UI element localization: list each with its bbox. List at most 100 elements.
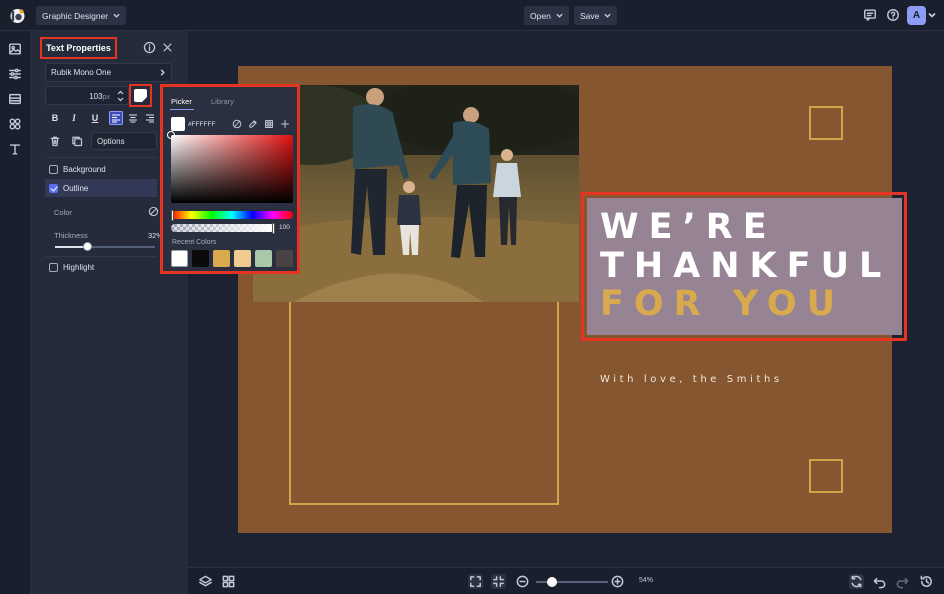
- text-color-swatch: [134, 89, 147, 102]
- recent-color-swatch[interactable]: [192, 250, 209, 267]
- align-left-button[interactable]: [109, 111, 123, 125]
- mode-label: Graphic Designer: [42, 10, 109, 21]
- left-rail: [0, 31, 31, 594]
- italic-button[interactable]: I: [67, 111, 81, 125]
- avatar-initial: A: [912, 10, 921, 21]
- align-right-button[interactable]: [143, 111, 157, 125]
- outline-toggle-row[interactable]: Outline: [45, 179, 157, 197]
- thickness-slider[interactable]: [55, 242, 155, 251]
- bold-button[interactable]: B: [48, 111, 62, 125]
- divider: [45, 256, 157, 257]
- headline-line-3[interactable]: FOR YOU: [600, 284, 845, 324]
- underline-button[interactable]: U: [88, 111, 102, 125]
- shapes-icon[interactable]: [8, 117, 22, 131]
- zoom-slider-handle[interactable]: [546, 577, 557, 587]
- tab-library[interactable]: Library: [211, 97, 234, 106]
- decor-frame[interactable]: [289, 300, 559, 505]
- text-color-button[interactable]: [129, 84, 152, 107]
- options-dropdown[interactable]: Options: [91, 132, 157, 150]
- headline-line-2[interactable]: THANKFUL: [600, 246, 891, 286]
- font-family-value: Rubik Mono One: [51, 68, 112, 77]
- decor-square-top[interactable]: [809, 106, 843, 140]
- info-icon[interactable]: [143, 41, 156, 54]
- headline-line-1[interactable]: WE’RE: [600, 207, 777, 247]
- family-photo[interactable]: [253, 85, 579, 302]
- layout-icon[interactable]: [8, 92, 22, 106]
- align-right-icon: [146, 114, 154, 123]
- font-size-input[interactable]: 103px: [45, 86, 129, 105]
- zoom-in-icon[interactable]: [610, 574, 625, 589]
- duplicate-icon[interactable]: [71, 135, 83, 147]
- align-center-button[interactable]: [126, 111, 140, 125]
- eyedropper-icon[interactable]: [248, 119, 258, 129]
- opacity-slider-handle[interactable]: [272, 222, 275, 234]
- opacity-slider[interactable]: [171, 222, 275, 234]
- highlight-checkbox[interactable]: [49, 262, 58, 272]
- grid-icon[interactable]: [264, 119, 274, 129]
- saturation-value-handle[interactable]: [167, 131, 175, 139]
- active-tab-indicator: [170, 109, 194, 110]
- app-logo-icon[interactable]: [9, 7, 26, 24]
- plus-icon[interactable]: [280, 119, 290, 129]
- recent-color-swatch[interactable]: [213, 250, 230, 267]
- recent-color-swatch[interactable]: [171, 250, 188, 267]
- refresh-icon[interactable]: [849, 574, 864, 589]
- background-toggle-row[interactable]: Background: [45, 160, 157, 178]
- image-icon[interactable]: [8, 42, 22, 56]
- hue-slider[interactable]: [171, 209, 293, 221]
- highlight-toggle-row[interactable]: Highlight: [45, 258, 157, 276]
- highlight-label: Highlight: [63, 262, 95, 272]
- recent-color-swatch[interactable]: [276, 250, 293, 267]
- font-size-value: 103: [89, 92, 103, 101]
- recent-color-swatch[interactable]: [255, 250, 272, 267]
- zoom-slider[interactable]: [536, 577, 608, 587]
- no-color-icon[interactable]: [148, 206, 159, 217]
- current-color-swatch: [171, 117, 185, 131]
- save-label: Save: [580, 10, 600, 21]
- history-icon[interactable]: [919, 574, 934, 589]
- zoom-out-icon[interactable]: [515, 574, 530, 589]
- top-bar: Graphic Designer Open Save A: [0, 0, 944, 31]
- thickness-label: Thickness: [54, 231, 88, 240]
- decor-square-bottom[interactable]: [809, 459, 843, 493]
- chevron-down-icon: [113, 13, 120, 18]
- redo-icon[interactable]: [895, 574, 910, 589]
- thickness-slider-handle[interactable]: [83, 242, 92, 251]
- open-label: Open: [530, 10, 551, 21]
- mode-dropdown[interactable]: Graphic Designer: [36, 6, 127, 25]
- tab-picker[interactable]: Picker: [171, 97, 192, 106]
- avatar-chevron-down-icon[interactable]: [928, 8, 936, 22]
- shrink-icon[interactable]: [491, 574, 506, 589]
- user-avatar[interactable]: A: [907, 6, 926, 25]
- opacity-value: 100: [279, 224, 290, 231]
- save-button[interactable]: Save: [574, 6, 618, 25]
- open-button[interactable]: Open: [524, 6, 569, 25]
- hex-input[interactable]: #FFFFFF: [188, 121, 215, 128]
- font-size-stepper-icon[interactable]: [117, 90, 124, 102]
- align-center-icon: [129, 114, 137, 123]
- no-color-icon[interactable]: [232, 119, 242, 129]
- adjustments-icon[interactable]: [8, 67, 22, 81]
- outline-color-label: Color: [54, 208, 72, 217]
- zoom-value: 54%: [639, 577, 654, 584]
- signature-text[interactable]: With love, the Smiths: [600, 374, 783, 385]
- background-checkbox[interactable]: [49, 164, 58, 174]
- text-icon[interactable]: [8, 142, 22, 156]
- help-icon[interactable]: [886, 8, 900, 22]
- close-icon[interactable]: [162, 42, 173, 53]
- recent-color-swatch[interactable]: [234, 250, 251, 267]
- fit-to-screen-icon[interactable]: [468, 574, 483, 589]
- chevron-down-icon: [556, 13, 563, 18]
- undo-icon[interactable]: [872, 574, 887, 589]
- divider: [45, 157, 157, 158]
- layers-icon[interactable]: [198, 574, 213, 589]
- trash-icon[interactable]: [49, 135, 61, 147]
- saturation-value-area[interactable]: [167, 131, 293, 203]
- outline-checkbox[interactable]: [49, 183, 58, 193]
- hue-slider-handle[interactable]: [171, 209, 174, 221]
- grid-view-icon[interactable]: [221, 574, 236, 589]
- chevron-right-icon: [160, 69, 165, 76]
- comment-icon[interactable]: [863, 8, 877, 22]
- font-family-select[interactable]: Rubik Mono One: [45, 63, 172, 82]
- options-label: Options: [97, 136, 125, 146]
